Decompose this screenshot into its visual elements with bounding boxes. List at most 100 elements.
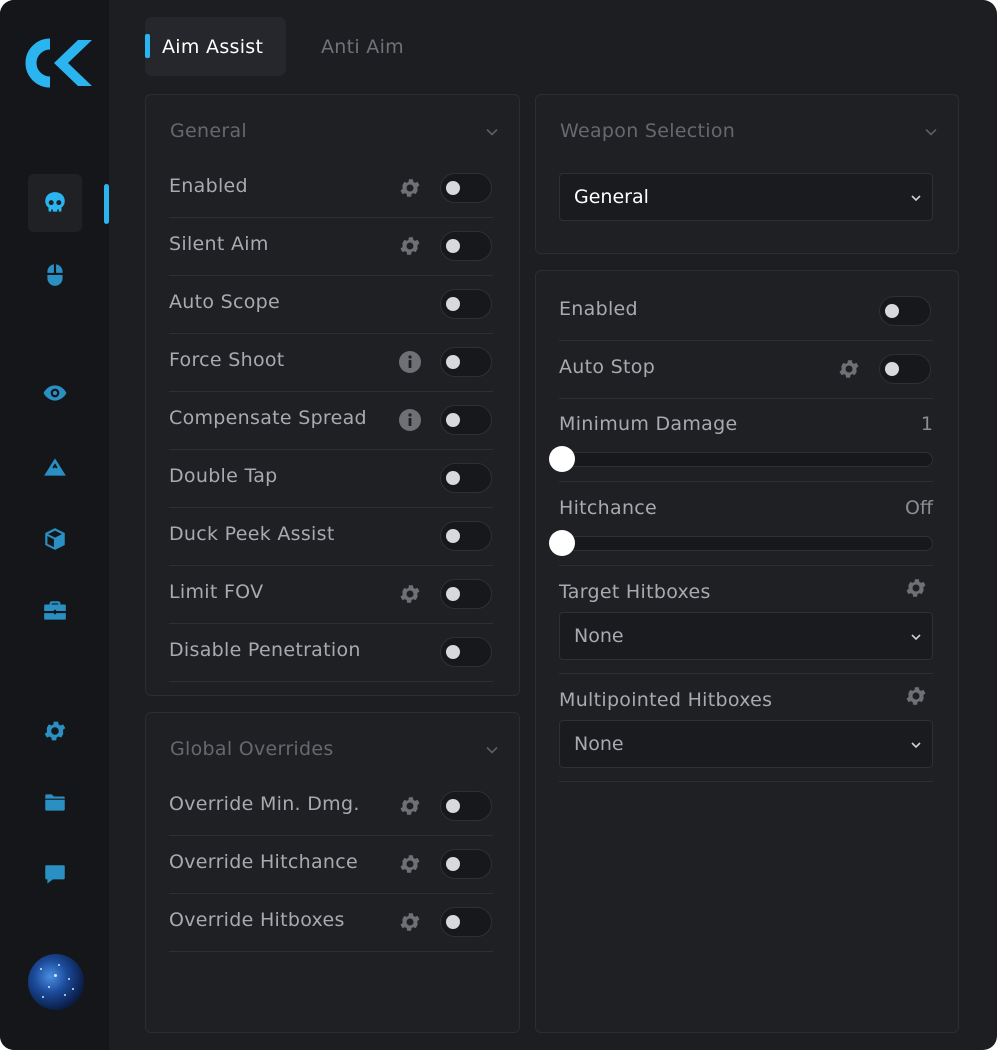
toggle-knob [446, 529, 460, 543]
setting-row: Duck Peek Assist [169, 508, 493, 566]
toggle-knob [446, 239, 460, 253]
toggle-knob [446, 413, 460, 427]
gear-icon[interactable] [904, 684, 928, 708]
chevron-down-icon[interactable] [924, 125, 938, 139]
toggle-switch[interactable] [440, 347, 492, 377]
hitchance-label: Hitchance [559, 497, 658, 519]
chevron-down-icon [911, 742, 921, 749]
sidebar-item-configs[interactable] [28, 774, 82, 832]
setting-label: Limit FOV [169, 581, 264, 603]
toggle-knob [446, 915, 460, 929]
setting-label: Enabled [169, 175, 248, 197]
min-damage-label: Minimum Damage [559, 413, 738, 435]
general-panel: General Enabled Silent Aim Auto Scope Force… [145, 94, 520, 696]
setting-row: Override Min. Dmg. [169, 778, 493, 836]
info-icon[interactable] [398, 408, 422, 432]
setting-label: Auto Stop [559, 356, 656, 378]
panel-title: Weapon Selection [560, 120, 736, 142]
toggle-knob [885, 362, 899, 376]
sidebar-item-settings[interactable] [28, 702, 82, 760]
setting-row: Enabled [169, 160, 493, 218]
multipoint-label: Multipointed Hitboxes [559, 689, 773, 711]
gear-icon[interactable] [398, 852, 422, 876]
min-damage-slider-thumb[interactable] [549, 446, 575, 472]
toggle-switch[interactable] [440, 405, 492, 435]
toggle-switch[interactable] [440, 579, 492, 609]
setting-row: Disable Penetration [169, 624, 493, 682]
toggle-knob [446, 471, 460, 485]
divider [559, 565, 933, 566]
setting-row: Override Hitchance [169, 836, 493, 894]
skull-icon [45, 192, 65, 212]
min-damage-value: 1 [920, 413, 933, 435]
setting-label: Silent Aim [169, 233, 269, 255]
target-hitboxes-label: Target Hitboxes [559, 581, 711, 603]
mouse-icon [47, 264, 63, 286]
target-hitboxes-select[interactable]: None [559, 612, 933, 660]
toggle-switch[interactable] [440, 173, 492, 203]
min-damage-slider-track[interactable] [559, 452, 933, 467]
toggle-switch[interactable] [440, 231, 492, 261]
tab-label: Anti Aim [321, 35, 404, 58]
sidebar-item-world[interactable] [28, 438, 82, 496]
enabled-toggle[interactable] [879, 296, 931, 326]
setting-row: Force Shoot [169, 334, 493, 392]
sidebar-item-chat[interactable] [28, 846, 82, 904]
select-value: None [574, 625, 624, 647]
setting-row: Compensate Spread [169, 392, 493, 450]
multipoint-hitboxes-select[interactable]: None [559, 720, 933, 768]
sidebar-item-aimbot[interactable] [28, 174, 82, 232]
toggle-switch[interactable] [440, 463, 492, 493]
toggle-knob [446, 857, 460, 871]
setting-label: Auto Scope [169, 291, 281, 313]
panel-title: Global Overrides [170, 738, 334, 760]
active-indicator [104, 184, 109, 224]
toggle-switch[interactable] [440, 791, 492, 821]
gear-icon[interactable] [398, 176, 422, 200]
toggle-switch[interactable] [440, 907, 492, 937]
select-value: None [574, 733, 624, 755]
setting-label: Enabled [559, 298, 638, 320]
weapon-select[interactable]: General [559, 173, 933, 221]
sidebar [0, 0, 109, 1050]
mountain-icon [44, 458, 66, 476]
setting-label: Compensate Spread [169, 407, 367, 429]
gear-icon[interactable] [398, 794, 422, 818]
weapon-selection-panel: Weapon Selection General [535, 94, 959, 254]
weapon-select-value: General [574, 186, 649, 208]
folder-icon [45, 794, 65, 811]
avatar[interactable] [28, 954, 84, 1010]
sidebar-item-visuals[interactable] [28, 364, 82, 422]
sidebar-item-mouse[interactable] [28, 246, 82, 304]
hitchance-slider-thumb[interactable] [549, 530, 575, 556]
chevron-down-icon[interactable] [485, 743, 499, 757]
toggle-knob [446, 355, 460, 369]
gear-icon[interactable] [904, 576, 928, 600]
gear-icon[interactable] [398, 582, 422, 606]
tab-label: Aim Assist [162, 35, 264, 58]
setting-row-enabled: Enabled [559, 283, 933, 341]
setting-label: Force Shoot [169, 349, 285, 371]
sidebar-item-models[interactable] [28, 510, 82, 568]
tab-anti-aim[interactable]: Anti Aim [321, 17, 404, 76]
toggle-switch[interactable] [440, 289, 492, 319]
divider [559, 481, 933, 482]
gear-icon[interactable] [837, 357, 861, 381]
gear-icon[interactable] [398, 234, 422, 258]
panel-title: General [170, 120, 247, 142]
gear-icon[interactable] [398, 910, 422, 934]
toggle-knob [885, 304, 899, 318]
app-window: Aim Assist Anti Aim General Enabled Silen… [0, 0, 997, 1050]
gear-icon [44, 721, 66, 741]
chevron-down-icon[interactable] [485, 125, 499, 139]
tab-aim-assist[interactable]: Aim Assist [145, 17, 286, 76]
info-icon[interactable] [398, 350, 422, 374]
setting-label: Disable Penetration [169, 639, 361, 661]
toggle-knob [446, 587, 460, 601]
sidebar-item-misc[interactable] [28, 582, 82, 640]
hitchance-slider-track[interactable] [559, 536, 933, 551]
toggle-switch[interactable] [440, 637, 492, 667]
toggle-switch[interactable] [440, 849, 492, 879]
auto-stop-toggle[interactable] [879, 354, 931, 384]
toggle-switch[interactable] [440, 521, 492, 551]
